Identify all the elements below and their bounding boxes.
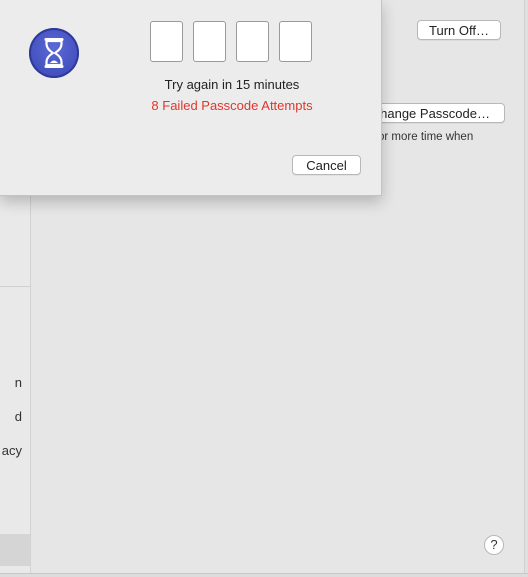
help-button[interactable]: ? [484, 535, 504, 555]
sidebar-item-label[interactable]: d [15, 409, 22, 424]
passcode-digit-field[interactable] [236, 21, 269, 62]
try-again-message: Try again in 15 minutes [164, 77, 300, 92]
window-edge [524, 0, 528, 577]
turn-off-button[interactable]: Turn Off… [417, 20, 501, 40]
sidebar-divider [0, 286, 30, 287]
passcode-digit-field[interactable] [279, 21, 312, 62]
passcode-sheet: Try again in 15 minutes 8 Failed Passcod… [0, 0, 382, 196]
hourglass-icon [29, 28, 79, 78]
failed-attempts-message: 8 Failed Passcode Attempts [151, 98, 313, 113]
hint-text: or more time when [378, 131, 474, 143]
passcode-digit-field[interactable] [150, 21, 183, 62]
passcode-digit-field[interactable] [193, 21, 226, 62]
sidebar-item-selected[interactable] [0, 534, 30, 566]
cancel-button[interactable]: Cancel [292, 155, 361, 175]
window-edge [0, 573, 528, 577]
sidebar-item-label[interactable]: n [15, 375, 22, 390]
sidebar-item-label[interactable]: acy [2, 443, 22, 458]
